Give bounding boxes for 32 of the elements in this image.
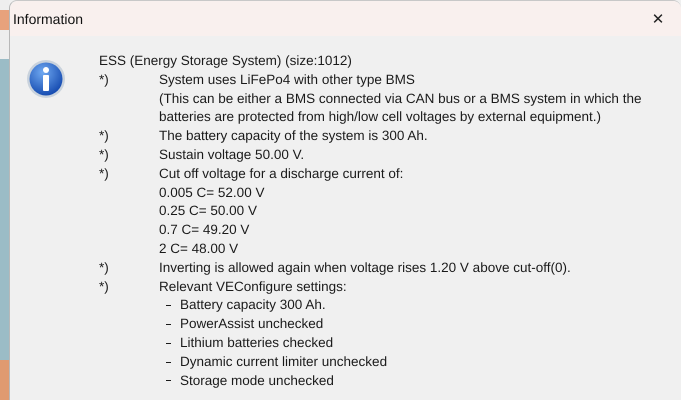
bullet-marker: *) [99, 127, 110, 146]
info-icon [26, 59, 66, 99]
dash-icon [166, 305, 171, 306]
message-line: Cut off voltage for a discharge current of: [159, 164, 404, 183]
bullet-marker: *) [99, 278, 110, 296]
dash-icon [166, 324, 171, 326]
message-line: 0.005 C= 52.00 V [159, 184, 266, 202]
window-title: Information [12, 10, 84, 26]
bullet-marker: *) [99, 164, 110, 183]
setting-line: Dynamic current limiter unchecked [180, 352, 388, 371]
message-heading: ESS (Energy Storage System) (size:1012) [99, 52, 353, 70]
dash-icon [166, 342, 171, 344]
message-line: Sustain voltage 50.00 V. [159, 146, 304, 164]
dash-icon [166, 380, 171, 382]
dash-icon [166, 362, 171, 363]
bullet-marker: *) [99, 70, 110, 89]
message-line: 0.25 C= 50.00 V [159, 202, 258, 220]
bullet-marker: *) [99, 258, 110, 277]
message-line: (This can be either a BMS connected via CAN bus or a BMS system in which the [159, 90, 642, 108]
setting-line: PowerAssist unchecked [180, 315, 324, 334]
bullet-marker: *) [99, 146, 110, 164]
message-line: 2 C= 48.00 V [159, 240, 240, 258]
setting-line: Battery capacity 300 Ah. [180, 296, 326, 314]
setting-line: Lithium batteries checked [180, 334, 334, 352]
message-line: 0.7 C= 49.20 V [159, 221, 250, 240]
message-line: The battery capacity of the system is 300 Ah. [159, 127, 428, 146]
message-line: Relevant VEConfigure settings: [159, 278, 348, 296]
message-line: batteries are protected from high/low cell voltages by external equipment.) [159, 108, 602, 126]
message-line: System uses LiFePo4 with other type BMS [159, 70, 416, 89]
setting-line: Storage mode unchecked [180, 372, 334, 390]
close-button[interactable]: ✕ [635, 1, 681, 36]
message-line: Inverting is allowed again when voltage rises 1.20 V above cut-off(0). [159, 258, 571, 277]
